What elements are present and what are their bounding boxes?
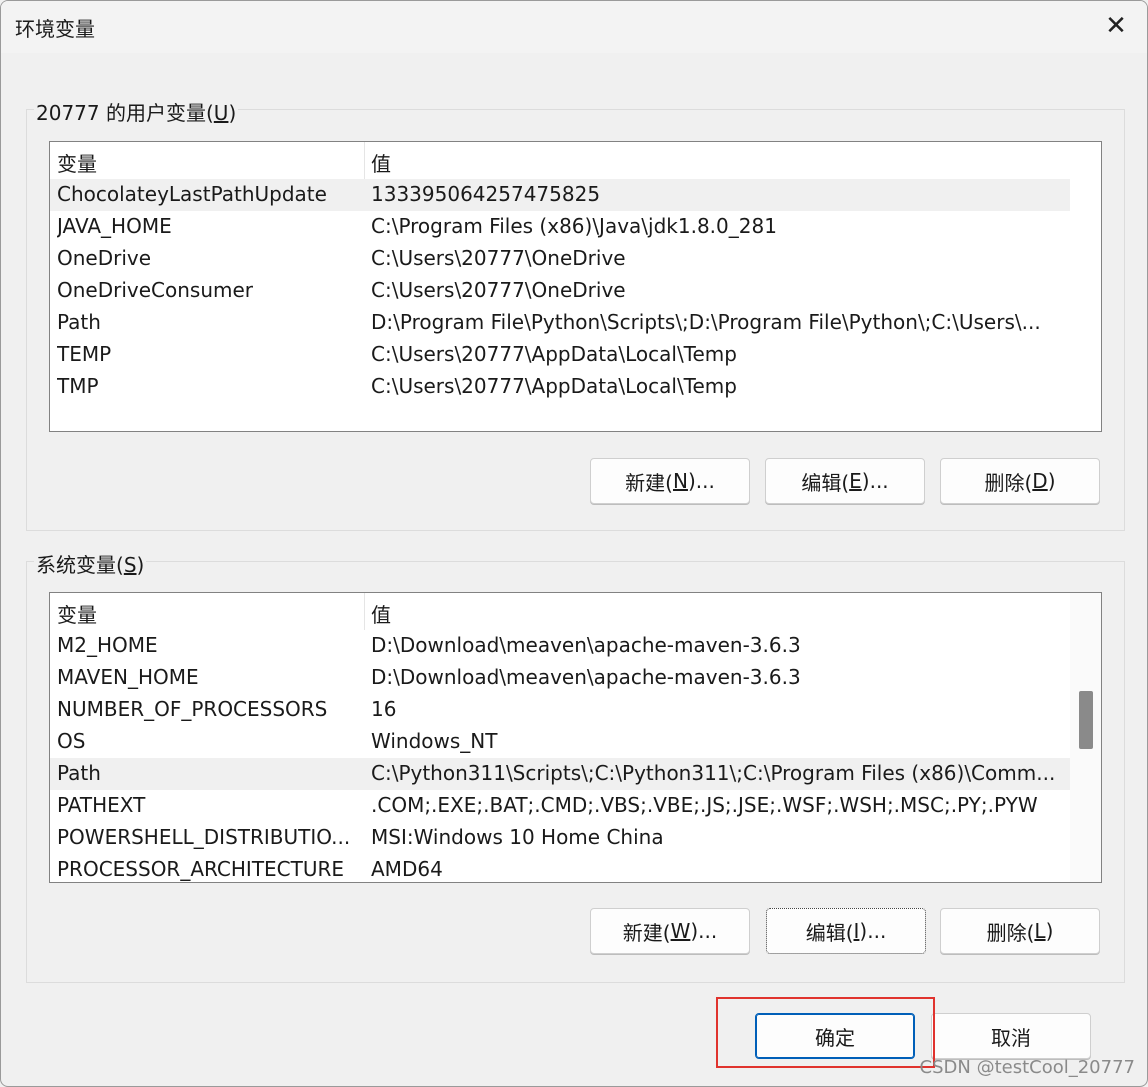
variable-name-cell: POWERSHELL_DISTRIBUTIO... bbox=[57, 825, 351, 849]
user-variable-row[interactable]: OneDriveConsumer C:\Users\20777\OneDrive bbox=[50, 275, 1070, 307]
user-variables-label-key: U bbox=[213, 101, 229, 125]
system-list-header: 变量 值 bbox=[50, 593, 1070, 630]
system-variables-label-key: S bbox=[123, 553, 137, 577]
system-variable-row[interactable]: Path C:\Python311\Scripts\;C:\Python311\;… bbox=[50, 758, 1070, 790]
user-variable-row[interactable]: JAVA_HOME C:\Program Files (x86)\Java\jdk… bbox=[50, 211, 1070, 243]
variable-value-cell: .COM;.EXE;.BAT;.CMD;.VBS;.VBE;.JS;.JSE;.… bbox=[371, 793, 1038, 817]
button-label-post: ) bbox=[1045, 919, 1054, 943]
user-variable-row[interactable]: TMP C:\Users\20777\AppData\Local\Temp bbox=[50, 371, 1070, 403]
user-list-header: 变量 值 bbox=[50, 142, 1070, 179]
variable-name-cell: ChocolateyLastPathUpdate bbox=[57, 182, 327, 206]
title-bar: 环境变量 ✕ bbox=[1, 1, 1147, 53]
variable-value-cell: 133395064257475825 bbox=[371, 182, 601, 206]
variable-value-cell: MSI:Windows 10 Home China bbox=[371, 825, 664, 849]
variable-name-cell: TEMP bbox=[57, 342, 112, 366]
variable-name-cell: OneDriveConsumer bbox=[57, 278, 254, 302]
variable-value-cell: C:\Python311\Scripts\;C:\Python311\;C:\P… bbox=[371, 761, 1056, 785]
vertical-scrollbar[interactable] bbox=[1070, 593, 1101, 882]
variable-name-cell: PROCESSOR_ARCHITECTURE bbox=[57, 857, 345, 881]
button-label-key: W bbox=[670, 919, 691, 943]
system-variables-list[interactable]: 变量 值 M2_HOME D:\Download\meaven\apache-ma… bbox=[49, 592, 1102, 883]
button-label-post: ) bbox=[1047, 469, 1056, 493]
variable-value-cell: D:\Program File\Python\Scripts\;D:\Progr… bbox=[371, 310, 1041, 334]
button-label-pre: 删除( bbox=[986, 920, 1035, 945]
variable-value-cell: Windows_NT bbox=[371, 729, 498, 753]
variable-name-cell: OS bbox=[57, 729, 86, 753]
variable-value-cell: C:\Users\20777\AppData\Local\Temp bbox=[371, 342, 737, 366]
system-variable-row[interactable]: OS Windows_NT bbox=[50, 726, 1070, 758]
user-variable-row[interactable]: OneDrive C:\Users\20777\OneDrive bbox=[50, 243, 1070, 275]
user-variables-label-suffix: ) bbox=[228, 101, 237, 125]
button-label-post: )... bbox=[687, 469, 715, 493]
variable-value-cell: C:\Users\20777\OneDrive bbox=[371, 246, 626, 270]
user-variable-row[interactable]: ChocolateyLastPathUpdate 1333950642574758… bbox=[50, 179, 1070, 211]
system-variables-label-suffix: ) bbox=[136, 553, 145, 577]
button-label-pre: 编辑( bbox=[805, 920, 854, 945]
variable-value-cell: C:\Users\20777\AppData\Local\Temp bbox=[371, 374, 737, 398]
variable-name-cell: Path bbox=[57, 761, 101, 785]
system-variable-row[interactable]: MAVEN_HOME D:\Download\meaven\apache-mave… bbox=[50, 662, 1070, 694]
button-label-key: N bbox=[672, 469, 688, 493]
system-variables-label: 系统变量(S) bbox=[34, 549, 147, 578]
column-header-variable[interactable]: 变量 bbox=[57, 148, 97, 177]
user-variable-row[interactable]: TEMP C:\Users\20777\AppData\Local\Temp bbox=[50, 339, 1070, 371]
column-header-variable[interactable]: 变量 bbox=[57, 599, 97, 628]
scrollbar-thumb[interactable] bbox=[1079, 691, 1093, 749]
column-header-value[interactable]: 值 bbox=[371, 148, 391, 177]
user-variables-label-prefix: 20777 的用户变量( bbox=[36, 101, 214, 125]
system-variable-row[interactable]: NUMBER_OF_PROCESSORS 16 bbox=[50, 694, 1070, 726]
column-header-value[interactable]: 值 bbox=[371, 599, 391, 628]
button-label-pre: 删除( bbox=[984, 470, 1033, 495]
user-variables-list[interactable]: 变量 值 ChocolateyLastPathUpdate 13339506425… bbox=[49, 141, 1102, 432]
variable-name-cell: NUMBER_OF_PROCESSORS bbox=[57, 697, 328, 721]
variable-name-cell: PATHEXT bbox=[57, 793, 146, 817]
button-label-pre: 新建( bbox=[625, 470, 673, 495]
variable-name-cell: TMP bbox=[57, 374, 99, 398]
button-label-post: )... bbox=[859, 919, 887, 943]
system-new-button[interactable]: 新建(W)... bbox=[590, 908, 750, 954]
user-variables-label: 20777 的用户变量(U) bbox=[34, 97, 239, 126]
variable-name-cell: OneDrive bbox=[57, 246, 152, 270]
variable-name-cell: JAVA_HOME bbox=[57, 214, 172, 238]
button-label-key: L bbox=[1034, 919, 1046, 943]
user-new-button[interactable]: 新建(N)... bbox=[590, 458, 750, 504]
column-divider[interactable] bbox=[364, 142, 365, 179]
environment-variables-dialog: 环境变量 ✕ 20777 的用户变量(U) 变量 值 ChocolateyLas… bbox=[0, 0, 1148, 1087]
system-edit-button[interactable]: 编辑(I)... bbox=[766, 908, 926, 954]
variable-value-cell: D:\Download\meaven\apache-maven-3.6.3 bbox=[371, 665, 801, 689]
system-variable-row[interactable]: PATHEXT .COM;.EXE;.BAT;.CMD;.VBS;.VBE;.JS… bbox=[50, 790, 1070, 822]
button-label-post: )... bbox=[690, 919, 718, 943]
variable-value-cell: C:\Program Files (x86)\Java\jdk1.8.0_281 bbox=[371, 214, 777, 238]
window-title: 环境变量 bbox=[15, 17, 95, 41]
variable-value-cell: C:\Users\20777\OneDrive bbox=[371, 278, 626, 302]
system-variable-row[interactable]: POWERSHELL_DISTRIBUTIO... MSI:Windows 10 … bbox=[50, 822, 1070, 854]
annotation-highlight-box bbox=[716, 997, 935, 1068]
cancel-button[interactable]: 取消 bbox=[931, 1013, 1091, 1059]
button-label-pre: 编辑( bbox=[801, 470, 850, 495]
variable-value-cell: D:\Download\meaven\apache-maven-3.6.3 bbox=[371, 633, 801, 657]
variable-name-cell: MAVEN_HOME bbox=[57, 665, 199, 689]
variable-name-cell: Path bbox=[57, 310, 101, 334]
button-label-key: D bbox=[1032, 469, 1048, 493]
variable-value-cell: AMD64 bbox=[371, 857, 443, 881]
user-edit-button[interactable]: 编辑(E)... bbox=[765, 458, 925, 504]
system-delete-button[interactable]: 删除(L) bbox=[940, 908, 1100, 954]
variable-name-cell: M2_HOME bbox=[57, 633, 158, 657]
watermark: CSDN @testCool_20777 bbox=[919, 1057, 1135, 1078]
system-variable-row[interactable]: M2_HOME D:\Download\meaven\apache-maven-3… bbox=[50, 630, 1070, 662]
user-delete-button[interactable]: 删除(D) bbox=[940, 458, 1100, 504]
user-variable-row[interactable]: Path D:\Program File\Python\Scripts\;D:\P… bbox=[50, 307, 1070, 339]
system-variable-row[interactable]: PROCESSOR_ARCHITECTURE AMD64 bbox=[50, 854, 1070, 882]
close-icon[interactable]: ✕ bbox=[1099, 9, 1133, 43]
column-divider[interactable] bbox=[364, 593, 365, 630]
variable-value-cell: 16 bbox=[371, 697, 397, 721]
button-label-key: E bbox=[849, 469, 862, 493]
system-variables-label-prefix: 系统变量( bbox=[36, 553, 124, 577]
button-label-post: )... bbox=[861, 469, 889, 493]
button-label-pre: 新建( bbox=[622, 920, 671, 945]
